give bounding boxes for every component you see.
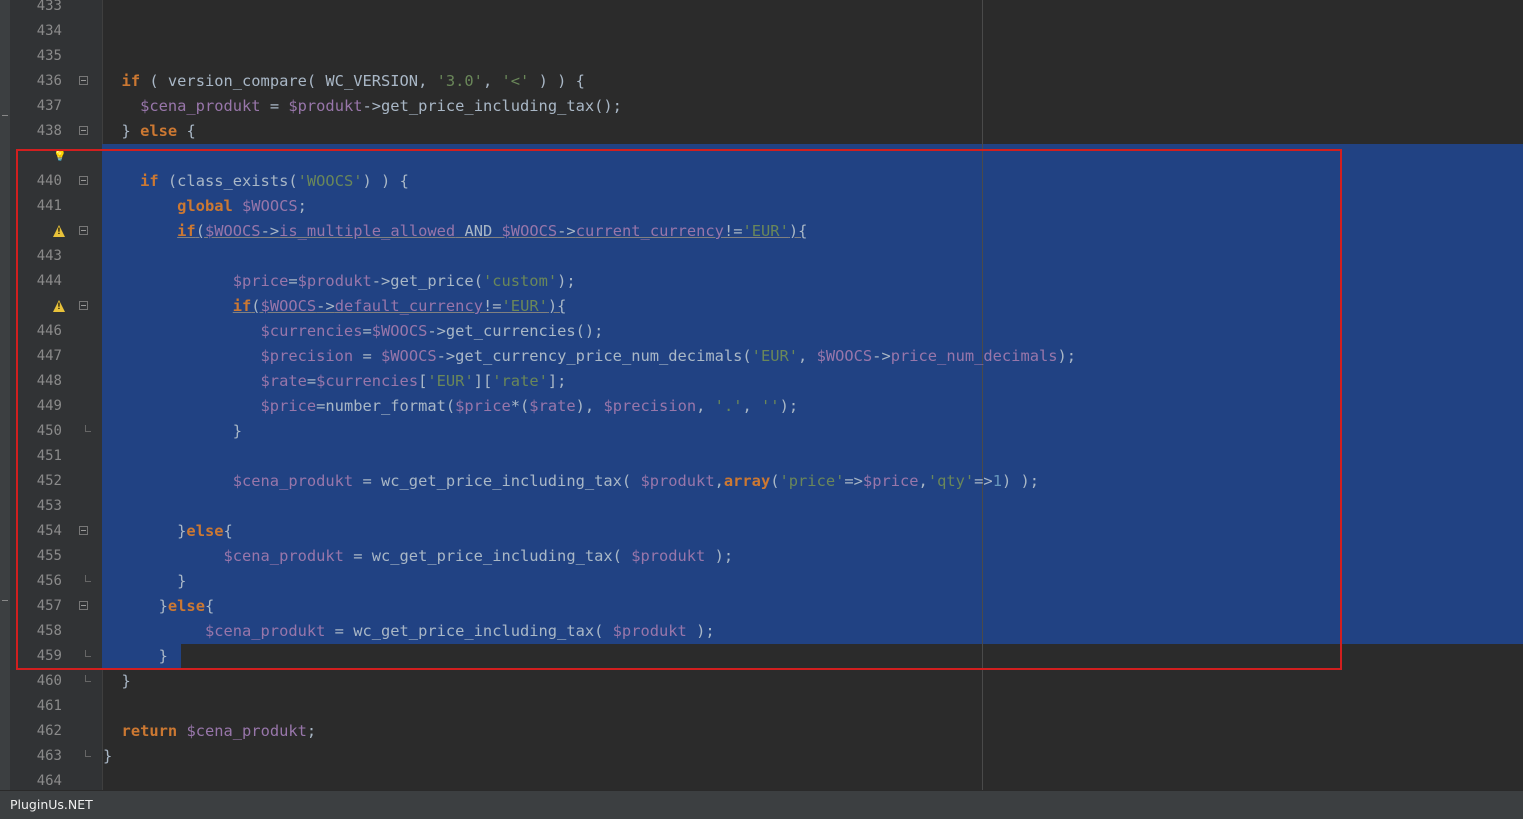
line-number: 436 xyxy=(36,73,62,89)
line-number: 463 xyxy=(36,748,62,764)
code-line[interactable]: 434 xyxy=(0,19,1523,44)
string-literal: '<' xyxy=(501,72,530,90)
code-token: } xyxy=(121,672,131,690)
variable: $cena_produkt xyxy=(140,97,261,115)
code-line[interactable]: 435 xyxy=(0,44,1523,69)
keyword: return xyxy=(121,722,178,740)
code-text[interactable]: if ( version_compare( WC_VERSION, '3.0',… xyxy=(103,69,585,94)
code-token: } xyxy=(103,747,113,765)
fold-toggle-icon[interactable] xyxy=(79,126,88,135)
variable: $produkt xyxy=(288,97,363,115)
line-number: 438 xyxy=(36,123,62,139)
code-line[interactable]: 436 if ( version_compare( WC_VERSION, '3… xyxy=(0,69,1523,94)
code-text[interactable]: } xyxy=(103,669,131,694)
fold-end-marker xyxy=(85,750,91,757)
keyword: else xyxy=(140,122,178,140)
code-line[interactable]: 463 } xyxy=(0,744,1523,769)
line-number: 437 xyxy=(36,98,62,114)
code-text[interactable]: $cena_produkt = $produkt->get_price_incl… xyxy=(103,94,622,119)
watermark-text: PluginUs.NET xyxy=(10,797,93,812)
status-bar: PluginUs.NET xyxy=(0,790,1523,819)
code-token: } xyxy=(121,122,141,140)
line-number: 460 xyxy=(36,673,62,689)
fold-end-marker xyxy=(85,675,91,682)
code-editor[interactable]: 433 434 435 436 if ( version_compare( WC… xyxy=(0,0,1523,790)
line-number: 435 xyxy=(36,48,62,64)
code-text[interactable]: return $cena_produkt; xyxy=(103,719,317,744)
code-line[interactable]: 460 } xyxy=(0,669,1523,694)
code-token: ->get_price_including_tax(); xyxy=(362,97,622,115)
variable: $cena_produkt xyxy=(186,722,307,740)
string-literal: '3.0' xyxy=(436,72,483,90)
code-text[interactable]: } else { xyxy=(103,119,196,144)
code-token: ) ) { xyxy=(529,72,585,90)
code-token: { xyxy=(177,122,196,140)
line-number: 464 xyxy=(36,773,62,789)
code-token: = xyxy=(260,97,289,115)
code-line[interactable]: 461 xyxy=(0,694,1523,719)
code-line[interactable]: 438 } else { xyxy=(0,119,1523,144)
code-line[interactable]: 433 xyxy=(0,0,1523,19)
keyword: if xyxy=(121,72,141,90)
fold-toggle-icon[interactable] xyxy=(79,76,88,85)
code-token: ( version_compare( WC_VERSION, xyxy=(140,72,437,90)
code-line[interactable]: 464 xyxy=(0,769,1523,790)
code-token: ; xyxy=(306,722,317,740)
code-text[interactable]: } xyxy=(103,744,112,769)
highlight-rectangle xyxy=(16,149,1342,670)
code-line[interactable]: 437 $cena_produkt = $produkt->get_price_… xyxy=(0,94,1523,119)
line-number: 461 xyxy=(36,698,62,714)
code-token: , xyxy=(482,72,502,90)
line-number: 434 xyxy=(36,23,62,39)
line-number: 462 xyxy=(36,723,62,739)
line-number: 433 xyxy=(36,0,62,14)
code-line[interactable]: 462 return $cena_produkt; xyxy=(0,719,1523,744)
